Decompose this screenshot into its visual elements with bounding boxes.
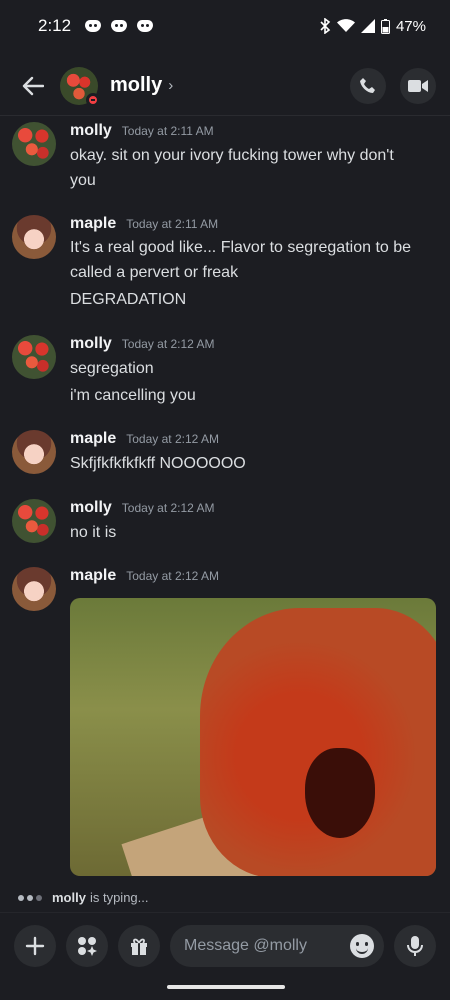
microphone-icon xyxy=(407,935,423,956)
typing-dots-icon xyxy=(18,894,42,901)
avatar[interactable] xyxy=(12,430,56,474)
voice-call-button[interactable] xyxy=(350,67,386,104)
plus-icon xyxy=(25,936,45,955)
typing-name: molly xyxy=(52,890,86,905)
message-author[interactable]: maple xyxy=(70,430,116,448)
video-call-button[interactable] xyxy=(400,67,436,104)
gif-mouth xyxy=(305,748,375,838)
notification-icons xyxy=(85,20,154,32)
message-timestamp: Today at 2:12 AM xyxy=(126,569,219,583)
battery-icon xyxy=(380,18,390,34)
message-text: It's a real good like... Flavor to segre… xyxy=(70,239,412,256)
video-camera-icon xyxy=(408,79,428,92)
back-button[interactable] xyxy=(16,69,50,103)
apps-sparkle-icon xyxy=(78,936,97,956)
emoji-icon[interactable] xyxy=(350,933,374,958)
message-author[interactable]: molly xyxy=(70,122,112,140)
avatar[interactable] xyxy=(12,215,56,259)
message-author[interactable]: maple xyxy=(70,567,116,585)
message-text: you xyxy=(70,172,96,189)
message-text: Skfjfkfkfkfkff NOOOOOO xyxy=(70,455,246,472)
message-header: maple Today at 2:12 AM xyxy=(70,567,219,585)
gift-button[interactable] xyxy=(118,924,160,967)
status-bar: 2:12 47% xyxy=(0,0,450,52)
home-indicator[interactable] xyxy=(167,985,285,989)
message-header: molly Today at 2:11 AM xyxy=(70,122,214,140)
status-time: 2:12 xyxy=(38,16,72,35)
message-timestamp: Today at 2:11 AM xyxy=(126,217,219,231)
dnd-status-icon xyxy=(86,92,100,107)
voice-message-button[interactable] xyxy=(394,924,436,967)
discord-icon xyxy=(137,20,154,32)
avatar[interactable] xyxy=(12,335,56,379)
message-text: i'm cancelling you xyxy=(70,387,196,404)
apps-button[interactable] xyxy=(66,924,108,967)
message-timestamp: Today at 2:11 AM xyxy=(121,124,214,138)
bluetooth-icon xyxy=(320,18,331,34)
message-header: maple Today at 2:12 AM xyxy=(70,430,219,448)
battery-percent: 47% xyxy=(395,17,426,35)
typing-indicator: molly is typing... xyxy=(18,890,149,905)
message-input-placeholder: Message @molly xyxy=(184,936,307,954)
message-header: maple Today at 2:11 AM xyxy=(70,215,218,233)
message-header: molly Today at 2:12 AM xyxy=(70,499,215,517)
message-header: molly Today at 2:12 AM xyxy=(70,335,215,353)
phone-icon xyxy=(360,77,375,93)
message-author[interactable]: molly xyxy=(70,499,112,517)
avatar[interactable] xyxy=(60,66,100,107)
message-text: segregation xyxy=(70,360,154,377)
typing-text: is typing... xyxy=(89,890,149,905)
status-right: 47% xyxy=(319,18,426,35)
back-arrow-icon xyxy=(22,76,44,95)
message-text: DEGRADATION xyxy=(70,291,187,308)
gift-icon xyxy=(131,938,147,955)
message-composer: Message @molly xyxy=(0,912,450,978)
message-text: called a pervert or freak xyxy=(70,264,239,281)
gif-face xyxy=(200,608,436,876)
avatar[interactable] xyxy=(12,567,56,611)
discord-icon xyxy=(111,20,128,32)
add-attachment-button[interactable] xyxy=(14,924,56,967)
dm-header: molly › xyxy=(0,56,450,116)
message-text: no it is xyxy=(70,524,117,541)
page-title[interactable]: molly xyxy=(110,74,162,97)
discord-icon xyxy=(85,20,102,32)
avatar[interactable] xyxy=(12,122,56,166)
chevron-right-icon: › xyxy=(168,77,174,94)
cell-signal-icon xyxy=(360,19,375,33)
message-timestamp: Today at 2:12 AM xyxy=(121,337,215,351)
gif-attachment[interactable] xyxy=(70,598,436,876)
message-timestamp: Today at 2:12 AM xyxy=(121,501,215,515)
message-input[interactable]: Message @molly xyxy=(170,924,384,967)
wifi-icon xyxy=(336,19,355,32)
message-text: okay. sit on your ivory fucking tower wh… xyxy=(70,147,394,164)
message-author[interactable]: molly xyxy=(70,335,112,353)
message-timestamp: Today at 2:12 AM xyxy=(126,432,219,446)
avatar[interactable] xyxy=(12,499,56,543)
message-author[interactable]: maple xyxy=(70,215,116,233)
